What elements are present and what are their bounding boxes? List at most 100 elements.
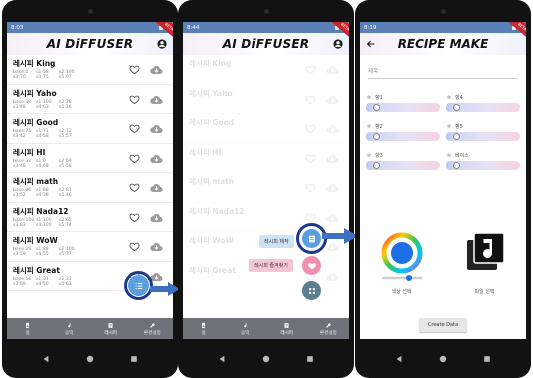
home-circle-icon[interactable] (262, 355, 270, 363)
scent-slider[interactable]: 향5 (446, 122, 520, 141)
cloud-download-icon[interactable] (326, 272, 339, 282)
slider-track[interactable] (366, 132, 440, 141)
favorite-recipe-chip[interactable]: 레시피 즐겨찾기 (249, 259, 293, 272)
star-icon (446, 152, 452, 158)
color-picker-tile[interactable]: 색상 선택 (367, 231, 437, 295)
file-picker-tile[interactable]: 파일 선택 (450, 231, 520, 295)
cloud-download-icon[interactable] (326, 154, 339, 164)
home-circle-icon[interactable] (86, 355, 94, 363)
slider-track[interactable] (366, 103, 440, 112)
nav-item[interactable]: 홈 (183, 318, 225, 339)
favorite-heart-icon[interactable] (305, 182, 316, 193)
bottom-nav: 홈 음악 레시피 환경설정 (183, 318, 349, 339)
nav-item[interactable]: 음악 (225, 318, 267, 339)
create-recipe-chip[interactable]: 레시피 제작 (259, 235, 294, 248)
scent-slider[interactable]: 향1 (366, 93, 440, 112)
favorite-heart-icon[interactable] (305, 64, 316, 75)
cloud-download-icon[interactable] (150, 242, 163, 252)
nav-item[interactable]: 홈 (7, 318, 49, 339)
recents-square-icon[interactable] (306, 355, 314, 363)
home-circle-icon[interactable] (439, 355, 447, 363)
system-nav (2, 339, 178, 378)
cloud-download-icon[interactable] (150, 213, 163, 223)
cloud-download-icon[interactable] (326, 65, 339, 75)
slider-thumb[interactable] (372, 104, 380, 111)
recipe-stat: s5:74 (59, 222, 72, 228)
scent-slider[interactable]: 향3 (366, 151, 440, 170)
slider-thumb[interactable] (372, 133, 380, 140)
cloud-download-icon[interactable] (150, 95, 163, 105)
recipe-list-item[interactable]: 레시피 math base:96 s1:88 s2:81 s3:52 s4:38 s5:46 (7, 173, 173, 203)
nav-item[interactable]: 환경설정 (308, 318, 350, 339)
account-icon[interactable] (333, 39, 343, 49)
slider-track[interactable] (366, 161, 440, 170)
recents-square-icon[interactable] (130, 355, 138, 363)
cloud-download-icon[interactable] (326, 95, 339, 105)
recipe-list-item[interactable]: 레시피 Good base:75 s1:71 s2:72 s3:42 s4:58 s5:57 (7, 114, 173, 144)
recipe-list-item[interactable]: 레시피 WoW base:26 s1:88 s2:100 s3:59 s4:55 s5:77 (7, 232, 173, 262)
create-data-button[interactable]: Create Data (419, 318, 467, 332)
favorite-heart-icon[interactable] (305, 94, 316, 105)
favorite-heart-icon[interactable] (305, 212, 316, 223)
recipe-stat: s4:100 (36, 222, 52, 228)
back-triangle-icon[interactable] (42, 355, 50, 363)
file-caption: 파일 선택 (474, 289, 495, 295)
cloud-download-icon[interactable] (150, 65, 163, 75)
favorite-heart-icon[interactable] (129, 94, 140, 105)
recipe-list-item[interactable]: 레시피 math (183, 173, 349, 203)
back-triangle-icon[interactable] (218, 355, 226, 363)
recents-square-icon[interactable] (483, 355, 491, 363)
cloud-download-icon[interactable] (150, 183, 163, 193)
flow-arrow-1 (150, 282, 180, 296)
favorite-heart-icon[interactable] (129, 212, 140, 223)
recipe-list-item[interactable]: 레시피 HI base:31 s1:0 s2:69 s3:48 s4:68 s5:58 (7, 144, 173, 173)
nav-item[interactable]: 음악 (49, 318, 91, 339)
recipe-list-item[interactable]: 레시피 King (183, 55, 349, 85)
nav-item[interactable]: 환경설정 (132, 318, 174, 339)
menu-grid-fab[interactable] (302, 281, 321, 300)
recipe-list-item[interactable]: 레시피 King base:0 s1:58 s2:100 s3:70 s4:75 s5:97 (7, 55, 173, 85)
cloud-download-icon[interactable] (326, 213, 339, 223)
scent-slider[interactable]: 향2 (366, 122, 440, 141)
cloud-download-icon[interactable] (150, 154, 163, 164)
slider-track[interactable] (446, 161, 520, 170)
recipe-stat: s4:38 (36, 193, 49, 199)
back-arrow-icon[interactable] (366, 39, 376, 49)
recipe-list-item[interactable]: 레시피 Nada12 base:100 s1:100 s2:65 s3:83 s4:100… (7, 203, 173, 232)
cloud-download-icon[interactable] (150, 124, 163, 134)
favorite-heart-icon[interactable] (129, 123, 140, 134)
slider-thumb[interactable] (452, 162, 460, 169)
create-recipe-fab[interactable] (302, 229, 321, 248)
screen-fab-menu: 8:44 AI DiFFUSER BETA 레시피 King 레시피 Yaho 레시… (183, 22, 349, 339)
slider-thumb[interactable] (452, 104, 460, 111)
favorite-recipe-fab[interactable] (302, 256, 321, 275)
back-triangle-icon[interactable] (395, 355, 403, 363)
nav-item[interactable]: 레시피 (266, 318, 308, 339)
favorite-heart-icon[interactable] (129, 64, 140, 75)
recipe-list-item[interactable]: 레시피 Yaho (183, 85, 349, 114)
cloud-download-icon[interactable] (326, 124, 339, 134)
favorite-heart-icon[interactable] (129, 153, 140, 164)
recipe-list-item[interactable]: 레시피 Yaho base:39 s1:100 s2:28 s3:48 s4:63 s5:3… (7, 85, 173, 114)
favorite-heart-icon[interactable] (305, 153, 316, 164)
recipe-stat: s3:52 (13, 193, 26, 199)
slider-track[interactable] (446, 103, 520, 112)
recipe-menu-fab[interactable] (128, 275, 149, 296)
account-icon[interactable] (157, 39, 167, 49)
recipe-list-item[interactable]: 레시피 HI (183, 144, 349, 173)
title-input[interactable]: 제목 (368, 65, 518, 79)
star-icon (366, 152, 372, 158)
favorite-heart-icon[interactable] (129, 182, 140, 193)
recipe-list-item[interactable]: 레시피 Good (183, 114, 349, 144)
favorite-heart-icon[interactable] (129, 241, 140, 252)
recipe-stat: s5:36 (59, 104, 72, 110)
recipe-stat: s5:46 (59, 193, 72, 199)
slider-thumb[interactable] (452, 133, 460, 140)
scent-slider[interactable]: 향4 (446, 93, 520, 112)
scent-slider[interactable]: 베이스 (446, 151, 520, 170)
nav-item[interactable]: 레시피 (90, 318, 132, 339)
favorite-heart-icon[interactable] (305, 123, 316, 134)
slider-track[interactable] (446, 132, 520, 141)
cloud-download-icon[interactable] (326, 183, 339, 193)
slider-thumb[interactable] (372, 162, 380, 169)
